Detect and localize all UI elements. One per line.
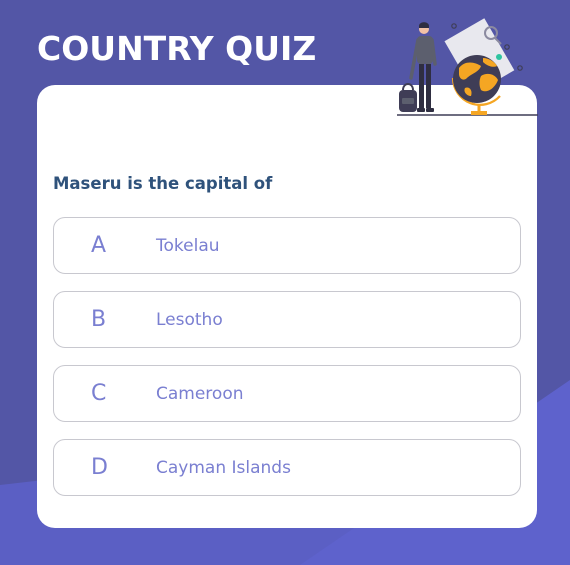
answer-options: A Tokelau B Lesotho C Cameroon D Cayman … [53, 217, 521, 513]
option-letter: C [91, 381, 107, 406]
option-b-button[interactable]: B Lesotho [53, 291, 521, 348]
option-letter: A [91, 233, 107, 258]
question-text: Maseru is the capital of [53, 174, 273, 193]
option-letter: D [91, 455, 108, 480]
option-text: Lesotho [156, 309, 223, 330]
option-text: Cayman Islands [156, 457, 291, 478]
traveler-with-globe-icon [397, 18, 538, 116]
option-letter: B [91, 307, 107, 332]
option-text: Cameroon [156, 383, 244, 404]
quiz-card: Maseru is the capital of A Tokelau B Les… [37, 85, 537, 528]
option-d-button[interactable]: D Cayman Islands [53, 439, 521, 496]
page-title: COUNTRY QUIZ [37, 29, 317, 68]
option-a-button[interactable]: A Tokelau [53, 217, 521, 274]
option-c-button[interactable]: C Cameroon [53, 365, 521, 422]
option-text: Tokelau [156, 235, 220, 256]
